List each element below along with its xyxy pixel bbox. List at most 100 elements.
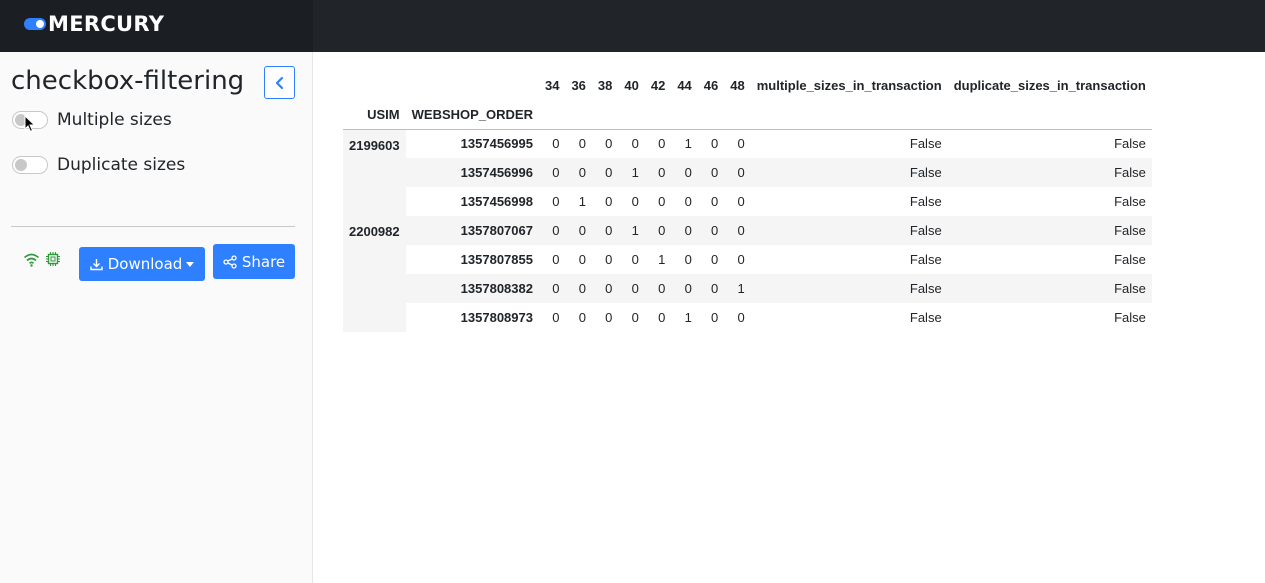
- column-header: 36: [571, 77, 586, 93]
- table-row: 1357808973 0 0 0 0 0 1 0 0 False False: [343, 303, 1152, 332]
- index-name-webshop-order: WEBSHOP_ORDER: [405, 100, 539, 130]
- table-index-header-row: USIM WEBSHOP_ORDER: [343, 100, 1152, 130]
- table-cell: 0: [711, 194, 719, 209]
- column-header: 34: [544, 77, 560, 93]
- brand-area: MERCURY: [0, 0, 313, 52]
- column-header: 38: [597, 77, 613, 93]
- table-cell: False: [947, 158, 1152, 187]
- table-cell: 0: [605, 194, 613, 209]
- table-cell: 1: [724, 274, 751, 303]
- webshop-order-cell: 1357807067: [405, 216, 539, 245]
- table-row: 1357808382 0 0 0 0 0 0 0 1 False False: [343, 274, 1152, 303]
- table-cell: 1: [684, 136, 692, 152]
- column-header: duplicate_sizes_in_transaction: [953, 77, 1146, 93]
- table-cell: False: [1114, 136, 1146, 152]
- table-row: 2199603 1357456995 0 0 0 0 0 1 0 0 False False: [343, 129, 1152, 216]
- table-cell: 0: [578, 252, 586, 267]
- table-cell: 0: [605, 136, 613, 152]
- table-cell: False: [909, 136, 942, 152]
- table-cell: 0: [552, 194, 560, 209]
- table-cell: False: [909, 252, 942, 267]
- table-cell: 0: [711, 252, 719, 267]
- table-cell: 0: [724, 158, 751, 187]
- table-cell: 0: [538, 158, 566, 187]
- mouse-cursor-icon: [24, 115, 36, 133]
- table-cell: False: [947, 274, 1152, 303]
- table-cell: 1: [618, 158, 645, 187]
- share-label: Share: [241, 252, 286, 271]
- webshop-order-cell: 1357807855: [460, 252, 533, 267]
- logo-toggle-icon: [24, 18, 46, 30]
- table-cell: 1: [578, 194, 586, 209]
- table-cell: 0: [737, 136, 745, 152]
- table-column-header-row: 34 36 38 40 42 44 46 48 multiple_sizes_in_transa…: [343, 70, 1152, 100]
- table-cell: False: [750, 274, 948, 303]
- chevron-left-icon: [275, 76, 283, 89]
- table-cell: 0: [591, 216, 619, 245]
- table-cell: 0: [658, 136, 666, 152]
- mercury-logo[interactable]: MERCURY: [24, 12, 164, 36]
- table-cell: 1: [658, 252, 666, 267]
- table-cell: 0: [591, 274, 619, 303]
- table-cell: 0: [671, 158, 698, 187]
- wifi-icon: [23, 253, 40, 267]
- table-cell: 0: [644, 158, 672, 187]
- table-row: 2200982 1357807067 0 0 0 1 0 0 0 0 False False: [343, 216, 1152, 332]
- usim-cell: 2200982: [343, 216, 406, 332]
- table-cell: 0: [605, 310, 613, 325]
- duplicate-sizes-switch-row[interactable]: Duplicate sizes: [12, 155, 185, 175]
- download-icon: [90, 258, 103, 270]
- share-icon: [223, 254, 237, 269]
- column-header: 42: [650, 77, 666, 93]
- webshop-order-cell: 1357456996: [405, 158, 539, 187]
- table-cell: 0: [578, 310, 586, 325]
- column-header: 46: [703, 77, 719, 93]
- table-cell: 0: [671, 274, 698, 303]
- table-cell: 0: [605, 252, 613, 267]
- table-cell: False: [909, 194, 942, 209]
- table-cell: 0: [644, 216, 672, 245]
- table-cell: 0: [538, 274, 566, 303]
- column-header: 48: [730, 77, 745, 93]
- table-cell: 0: [591, 158, 619, 187]
- table-cell: 0: [684, 194, 692, 209]
- table-cell: False: [1114, 252, 1146, 267]
- download-button[interactable]: Download: [79, 247, 205, 281]
- table-body: 2199603 1357456995 0 0 0 0 0 1 0 0 False False 13574…: [343, 129, 1152, 332]
- dataframe-table: 34 36 38 40 42 44 46 48 multiple_sizes_in_transa…: [343, 70, 1152, 332]
- sidebar-divider: [11, 226, 295, 227]
- table-cell: 0: [697, 216, 725, 245]
- logo-text: MERCURY: [48, 12, 165, 36]
- duplicate-sizes-toggle[interactable]: [12, 156, 48, 174]
- table-cell: False: [947, 216, 1152, 245]
- table-row: 1357456996 0 0 0 1 0 0 0 0 False False: [343, 158, 1152, 187]
- table-cell: 0: [565, 158, 592, 187]
- table-cell: 0: [644, 274, 672, 303]
- main-content: 34 36 38 40 42 44 46 48 multiple_sizes_in_transa…: [313, 52, 1265, 583]
- blank-header-cell: [343, 70, 406, 100]
- table-cell: 0: [631, 310, 639, 325]
- table-cell: 1: [684, 310, 692, 325]
- table-cell: 0: [671, 216, 698, 245]
- table-cell: False: [1114, 310, 1146, 325]
- table-cell: 0: [565, 216, 592, 245]
- table-cell: 0: [552, 252, 560, 267]
- share-button[interactable]: Share: [213, 244, 295, 279]
- webshop-order-cell: 1357808973: [460, 310, 533, 325]
- table-cell: 0: [631, 136, 639, 152]
- collapse-sidebar-button[interactable]: [264, 66, 295, 99]
- app-title: checkbox-filtering: [11, 66, 245, 96]
- table-cell: 0: [631, 252, 639, 267]
- column-header: 40: [624, 77, 639, 93]
- status-icons: [23, 251, 61, 267]
- table-row: 1357456998 0 1 0 0 0 0 0 0 False False: [343, 187, 1152, 216]
- table-cell: 0: [578, 136, 586, 152]
- table-cell: 0: [697, 274, 725, 303]
- column-header: multiple_sizes_in_transaction: [756, 77, 942, 93]
- table-cell: 0: [711, 136, 719, 152]
- table-cell: 0: [737, 194, 745, 209]
- table-cell: False: [750, 216, 948, 245]
- multiple-sizes-label: Multiple sizes: [57, 110, 172, 130]
- blank-header-cell: [538, 100, 1152, 130]
- blank-header-cell: [406, 70, 539, 100]
